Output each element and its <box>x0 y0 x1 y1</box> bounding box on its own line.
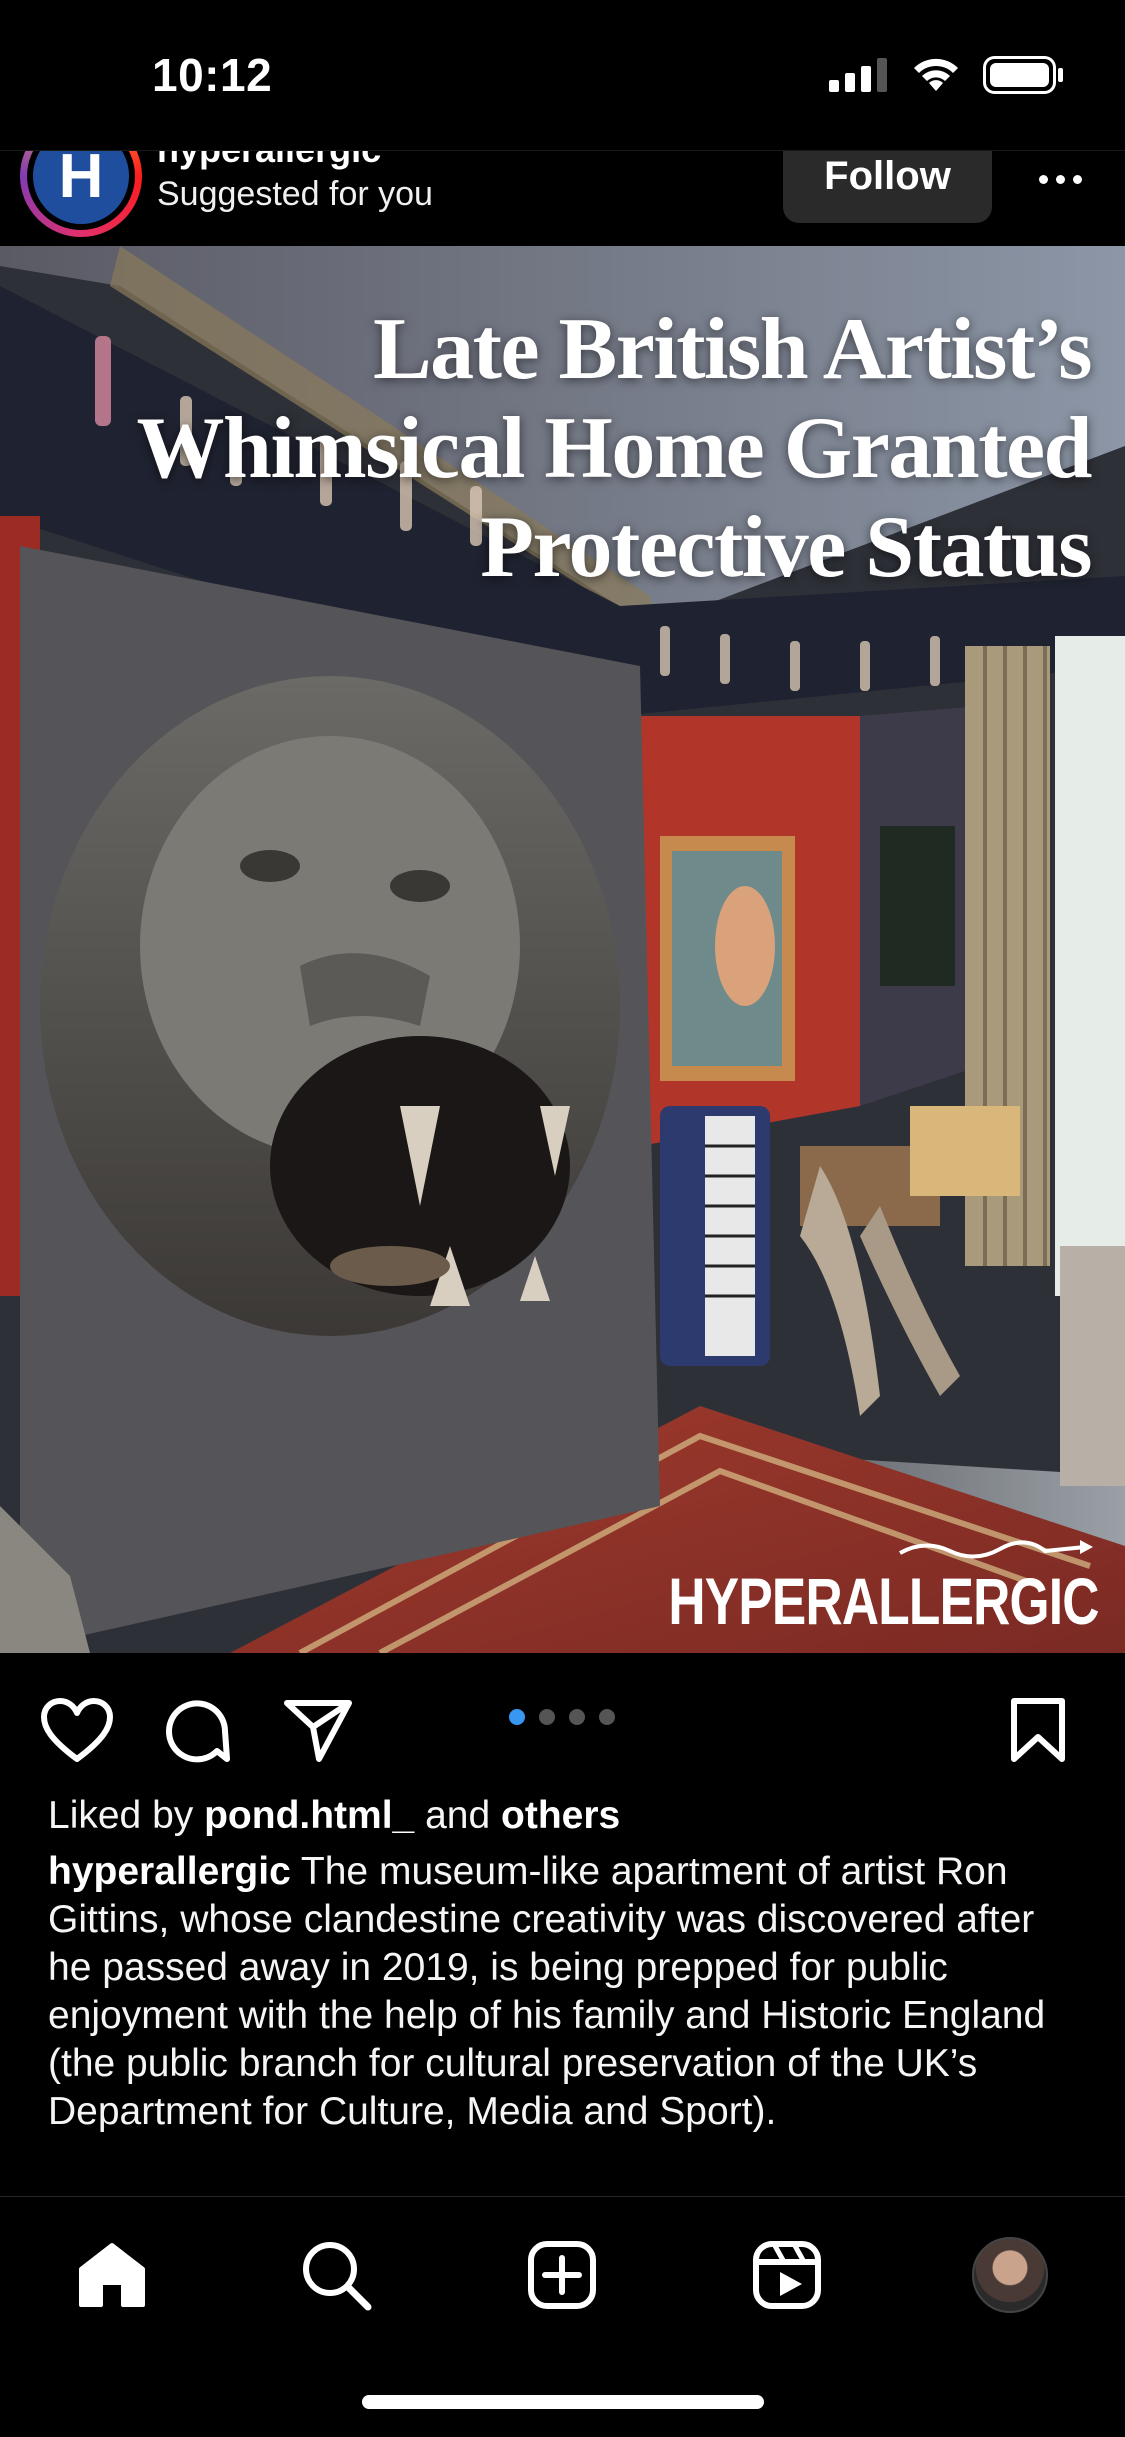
liked-by-others[interactable]: others <box>501 1794 620 1837</box>
status-time: 10:12 <box>152 49 273 101</box>
save-icon[interactable] <box>1010 1697 1066 1768</box>
account-avatar[interactable]: H <box>20 151 142 237</box>
cellular-signal-icon <box>829 58 887 92</box>
headline-line-3: Protective Status <box>480 499 1092 596</box>
home-icon[interactable] <box>72 2235 152 2315</box>
battery-icon <box>983 56 1063 94</box>
follow-button[interactable]: Follow <box>783 151 992 223</box>
reels-icon[interactable] <box>747 2235 827 2315</box>
search-icon[interactable] <box>296 2235 376 2315</box>
wordmark-swash <box>899 1540 1093 1559</box>
headline-line-1: Late British Artist’s <box>372 301 1093 398</box>
post-header: H hyperallergic Suggested for you Follow <box>0 150 1125 247</box>
share-icon[interactable] <box>283 1697 353 1770</box>
carousel-dot-1 <box>509 1709 525 1725</box>
likes-line[interactable]: Liked by pond.html_ and others <box>48 1792 1088 1840</box>
caption-username[interactable]: hyperallergic <box>48 1850 291 1893</box>
comment-icon[interactable] <box>165 1697 233 1770</box>
carousel-dot-2 <box>539 1709 555 1725</box>
publisher-wordmark: HYPERALLERGIC <box>668 1564 1100 1638</box>
suggested-label: Suggested for you <box>157 175 433 213</box>
bottom-tab-bar <box>0 2196 1125 2437</box>
liked-by-user[interactable]: pond.html_ <box>204 1794 414 1837</box>
post-text: Liked by pond.html_ and others hyperalle… <box>48 1792 1088 2136</box>
post-actions <box>0 1653 1125 1793</box>
carousel-dot-4 <box>599 1709 615 1725</box>
account-username[interactable]: hyperallergic <box>157 151 381 171</box>
wifi-icon <box>914 58 958 91</box>
avatar-letter: H <box>33 151 129 224</box>
more-options-icon[interactable] <box>1030 159 1090 199</box>
create-post-icon[interactable] <box>522 2235 602 2315</box>
likes-prefix: Liked by <box>48 1794 194 1837</box>
caption: hyperallergic The museum-like apartment … <box>48 1848 1088 2136</box>
status-bar: 10:12 <box>0 0 1125 150</box>
profile-photo <box>972 2237 1048 2313</box>
home-indicator <box>362 2395 764 2409</box>
post-image[interactable]: Late British Artist’s Whimsical Home Gra… <box>0 246 1125 1653</box>
carousel-indicator <box>509 1709 615 1725</box>
carousel-dot-3 <box>569 1709 585 1725</box>
headline-line-2: Whimsical Home Granted <box>136 400 1093 497</box>
profile-avatar[interactable] <box>970 2235 1050 2315</box>
status-icons <box>829 56 1065 94</box>
image-headline: Late British Artist’s Whimsical Home Gra… <box>41 300 1093 597</box>
like-icon[interactable] <box>40 1697 114 1768</box>
likes-joiner: and <box>425 1794 491 1837</box>
